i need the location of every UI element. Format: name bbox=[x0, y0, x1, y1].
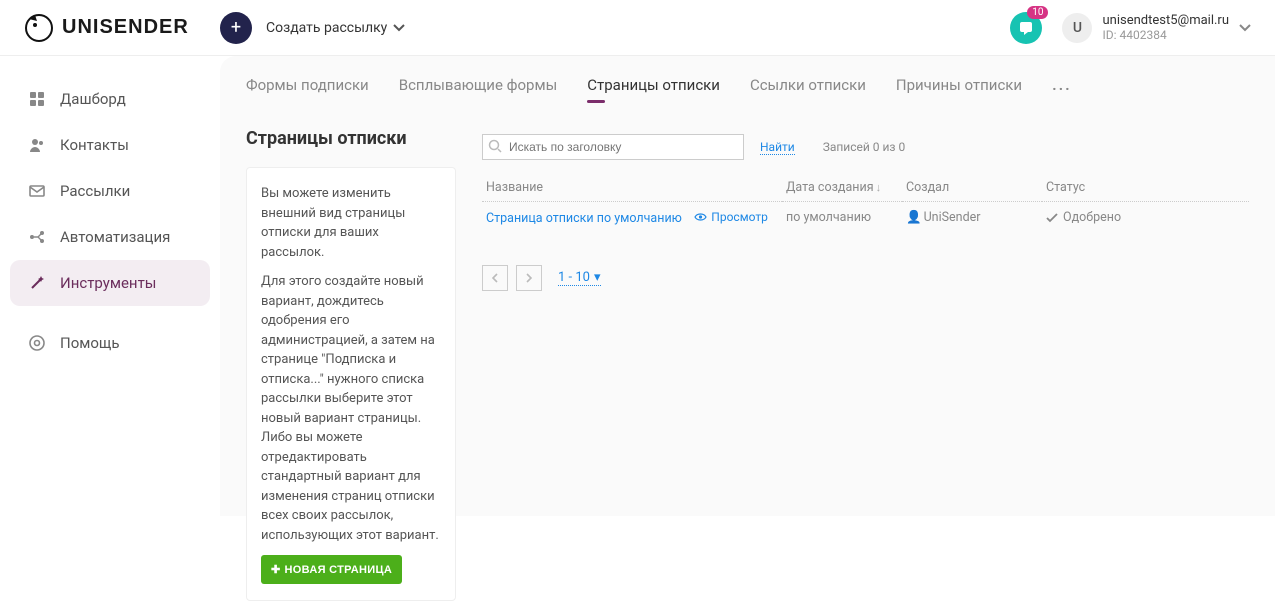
find-link[interactable]: Найти bbox=[760, 140, 795, 155]
table-row: Страница отписки по умолчанию Просмотр п… bbox=[482, 202, 1249, 235]
user-id: ID: 4402384 bbox=[1102, 28, 1229, 42]
sidebar-item-contacts[interactable]: Контакты bbox=[10, 122, 210, 168]
pages-table: Название Дата создания↓ Создал Статус Ст… bbox=[482, 174, 1249, 235]
row-preview-label: Просмотр bbox=[711, 210, 768, 224]
new-page-button-label: НОВАЯ СТРАНИЦА bbox=[285, 564, 393, 576]
sidebar-item-dashboard[interactable]: Дашборд bbox=[10, 76, 210, 122]
sidebar-item-label: Инструменты bbox=[60, 274, 156, 292]
logo-dog-icon bbox=[24, 13, 54, 43]
sidebar-item-label: Дашборд bbox=[60, 90, 126, 108]
tab-popup-forms[interactable]: Всплывающие формы bbox=[399, 76, 558, 102]
row-created: по умолчанию bbox=[786, 210, 871, 225]
new-page-button[interactable]: ✚ НОВАЯ СТРАНИЦА bbox=[261, 555, 402, 584]
col-title[interactable]: Название bbox=[486, 180, 543, 195]
tab-subscribe-forms[interactable]: Формы подписки bbox=[246, 76, 369, 102]
notifications-button[interactable]: 10 bbox=[1010, 12, 1042, 44]
sidebar: Дашборд Контакты Рассылки Автоматизация … bbox=[0, 56, 220, 516]
row-title-link[interactable]: Страница отписки по умолчанию bbox=[486, 211, 682, 226]
subnav-tabs: Формы подписки Всплывающие формы Страниц… bbox=[246, 76, 1249, 102]
sidebar-item-campaigns[interactable]: Рассылки bbox=[10, 168, 210, 214]
brand-name: UNISENDER bbox=[62, 16, 189, 39]
user-menu[interactable]: U unisendtest5@mail.ru ID: 4402384 bbox=[1062, 13, 1251, 43]
person-icon: 👤 bbox=[906, 210, 922, 225]
sidebar-item-label: Помощь bbox=[60, 334, 120, 352]
row-author: UniSender bbox=[924, 210, 981, 225]
tab-unsub-reasons[interactable]: Причины отписки bbox=[896, 76, 1022, 102]
sort-down-icon: ↓ bbox=[876, 181, 882, 194]
pagination: 1 - 10 ▾ bbox=[482, 265, 1249, 291]
envelope-icon bbox=[28, 182, 46, 200]
row-status: Одобрено bbox=[1063, 210, 1121, 225]
col-created[interactable]: Дата создания bbox=[786, 180, 874, 195]
pager-next-button[interactable] bbox=[516, 265, 542, 291]
search-box bbox=[482, 134, 744, 160]
chevron-down-icon bbox=[393, 24, 405, 32]
contacts-icon bbox=[28, 136, 46, 154]
pager-range-label: 1 - 10 bbox=[558, 270, 590, 285]
create-campaign-dropdown[interactable]: Создать рассылку bbox=[266, 20, 405, 36]
pager-prev-button[interactable] bbox=[482, 265, 508, 291]
sidebar-item-label: Рассылки bbox=[60, 182, 130, 200]
sidebar-item-tools[interactable]: Инструменты bbox=[10, 260, 210, 306]
col-status[interactable]: Статус bbox=[1046, 180, 1085, 195]
create-campaign-plus-button[interactable]: + bbox=[220, 12, 252, 44]
chat-icon bbox=[1018, 20, 1034, 36]
tabs-more-button[interactable]: ··· bbox=[1052, 80, 1072, 98]
caret-down-icon: ▾ bbox=[594, 270, 601, 285]
records-count: Записей 0 из 0 bbox=[823, 140, 906, 154]
tab-unsub-links[interactable]: Ссылки отписки bbox=[750, 76, 866, 102]
brand-logo[interactable]: UNISENDER bbox=[24, 13, 220, 43]
tab-unsub-pages[interactable]: Страницы отписки bbox=[587, 76, 720, 102]
sidebar-item-help[interactable]: Помощь bbox=[10, 320, 210, 366]
user-email: unisendtest5@mail.ru bbox=[1102, 13, 1229, 28]
help-text-2: Для этого создайте новый вариант, дождит… bbox=[261, 272, 441, 545]
col-author[interactable]: Создал bbox=[906, 180, 949, 195]
sidebar-item-label: Автоматизация bbox=[60, 228, 170, 246]
create-campaign-label: Создать рассылку bbox=[266, 20, 387, 36]
sidebar-item-automation[interactable]: Автоматизация bbox=[10, 214, 210, 260]
search-input[interactable] bbox=[482, 134, 744, 160]
dashboard-icon bbox=[28, 90, 46, 108]
magic-wand-icon bbox=[28, 274, 46, 292]
pager-range-dropdown[interactable]: 1 - 10 ▾ bbox=[558, 270, 601, 286]
check-icon bbox=[1046, 213, 1058, 223]
eye-icon bbox=[694, 212, 707, 222]
search-icon bbox=[488, 139, 502, 153]
row-preview-link[interactable]: Просмотр bbox=[694, 210, 768, 224]
page-title: Страницы отписки bbox=[246, 128, 456, 149]
chevron-down-icon bbox=[1239, 24, 1251, 32]
automation-icon bbox=[28, 228, 46, 246]
avatar: U bbox=[1062, 13, 1092, 43]
help-card: Вы можете изменить внешний вид страницы … bbox=[246, 167, 456, 601]
help-text-1: Вы можете изменить внешний вид страницы … bbox=[261, 184, 441, 262]
sidebar-item-label: Контакты bbox=[60, 136, 129, 154]
help-icon bbox=[28, 334, 46, 352]
notifications-badge: 10 bbox=[1027, 6, 1048, 19]
plus-icon: ✚ bbox=[271, 563, 281, 576]
